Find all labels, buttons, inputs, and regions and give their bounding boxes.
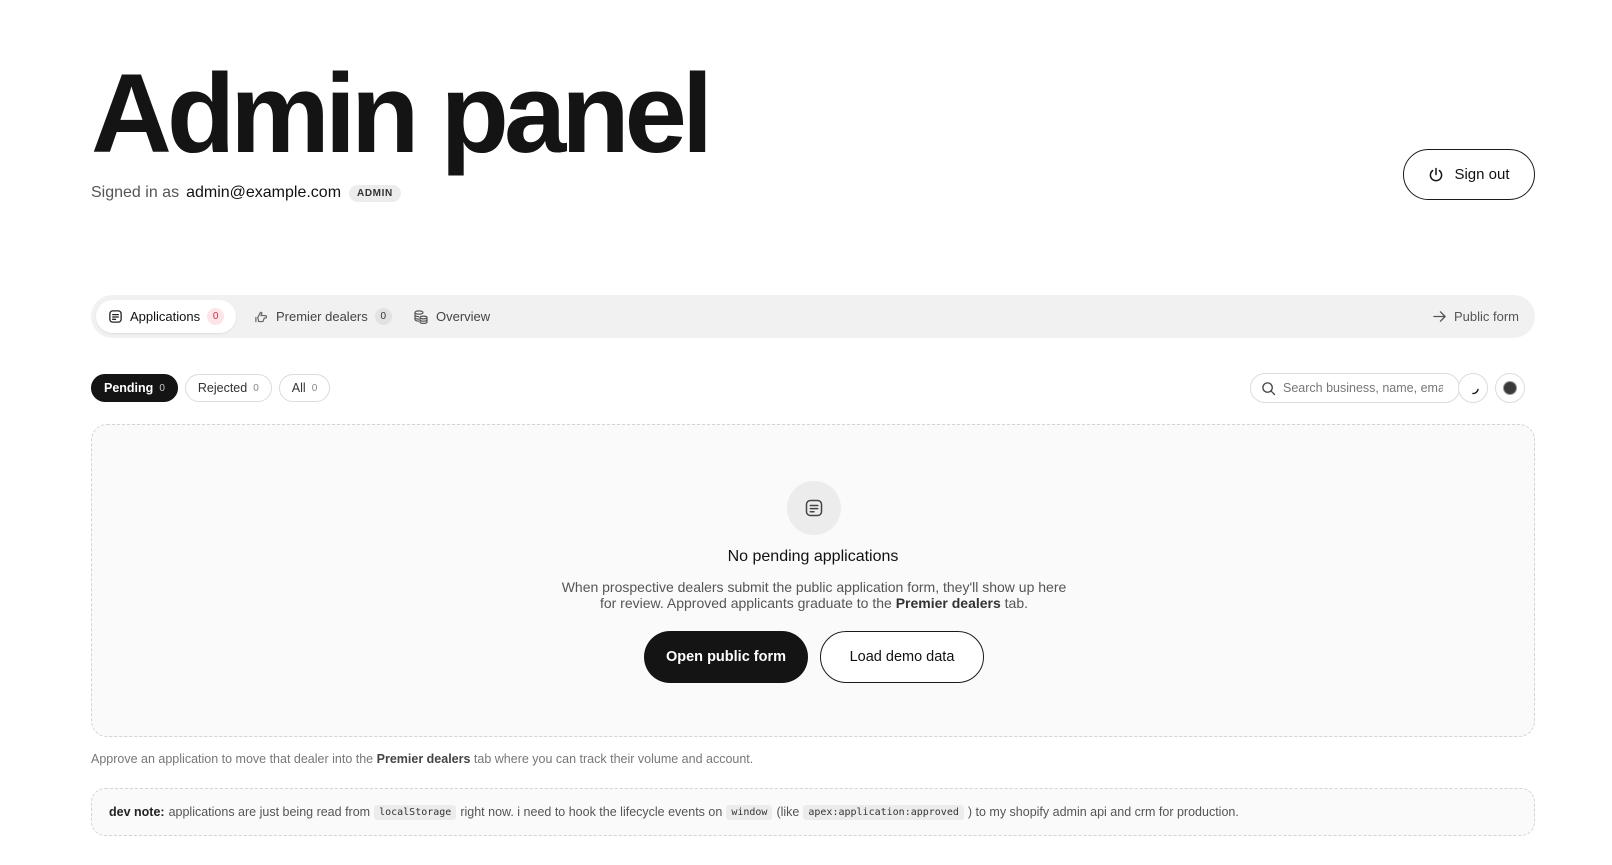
- search-box: [1250, 373, 1460, 403]
- sign-out-button[interactable]: Sign out: [1403, 149, 1535, 200]
- filter-pending-count: 0: [159, 382, 165, 394]
- refresh-button[interactable]: [1458, 373, 1488, 403]
- filter-rejected-count: 0: [253, 382, 259, 394]
- tab-overview[interactable]: Overview: [401, 300, 502, 333]
- role-badge: ADMIN: [349, 184, 401, 202]
- main-tab-bar: Applications 0 Premier dealers 0 Overvie…: [91, 295, 1535, 338]
- tab-premier-dealers[interactable]: Premier dealers 0: [242, 300, 404, 333]
- signed-in-label: Signed in as: [91, 184, 180, 201]
- tab-applications-label: Applications: [130, 309, 201, 324]
- tab-premier-dealers-label: Premier dealers: [276, 309, 368, 324]
- filter-all-label: All: [291, 381, 306, 395]
- empty-state: No pending applications When prospective…: [91, 424, 1535, 737]
- dev-note-code-2: window: [726, 804, 773, 820]
- dev-note-text-3: (like: [776, 805, 800, 819]
- empty-desc-end: tab.: [1004, 595, 1029, 611]
- filter-rejected[interactable]: Rejected 0: [184, 374, 272, 402]
- help-text-start: Approve an application to move that deal…: [91, 752, 374, 766]
- page-title: Admin panel: [91, 51, 713, 176]
- help-text: Approve an application to move that deal…: [91, 752, 753, 766]
- dev-note-text-1: applications are just being read from: [168, 805, 371, 819]
- hand-icon: [255, 311, 268, 323]
- loading-spinner-icon: [1472, 388, 1479, 395]
- empty-state-description: When prospective dealers submit the publ…: [552, 579, 1076, 611]
- theme-toggle-button[interactable]: [1495, 373, 1525, 403]
- empty-desc-bold: Premier dealers: [895, 595, 1001, 611]
- public-form-link[interactable]: Public form: [1432, 295, 1519, 338]
- help-text-bold: Premier dealers: [376, 752, 471, 766]
- dev-note: dev note: applications are just being re…: [91, 788, 1535, 836]
- sign-out-label: Sign out: [1454, 166, 1510, 183]
- filter-pending[interactable]: Pending 0: [91, 374, 178, 402]
- dev-note-code-3: apex:application:approved: [803, 804, 964, 820]
- empty-state-icon-circle: [787, 481, 841, 535]
- user-email: admin@example.com: [186, 184, 342, 201]
- page-header: Admin panel Signed in as admin@example.c…: [91, 51, 713, 202]
- tab-premier-dealers-count: 0: [374, 308, 392, 325]
- arrow-right-icon: [1433, 311, 1446, 322]
- tab-applications[interactable]: Applications 0: [96, 300, 237, 333]
- dev-note-code-1: localStorage: [374, 804, 457, 820]
- filter-pending-label: Pending: [104, 381, 154, 395]
- help-text-end: tab where you can track their volume and…: [473, 752, 754, 766]
- document-icon: [805, 499, 823, 517]
- signed-in-row: Signed in as admin@example.com ADMIN: [91, 184, 708, 202]
- document-icon: [109, 310, 122, 323]
- power-icon: [1430, 167, 1443, 181]
- load-demo-data-button[interactable]: Load demo data: [820, 631, 984, 683]
- public-form-label: Public form: [1453, 309, 1519, 324]
- dev-note-text-2: right now. i need to hook the lifecycle …: [460, 805, 723, 819]
- filter-rejected-label: Rejected: [197, 381, 248, 395]
- search-icon: [1262, 381, 1276, 395]
- filter-all-count: 0: [311, 382, 318, 394]
- theme-dot-icon: [1503, 381, 1517, 395]
- dev-note-text-4: ) to my shopify admin api and crm for pr…: [967, 805, 1239, 819]
- dev-note-label: dev note:: [109, 805, 165, 819]
- open-public-form-button[interactable]: Open public form: [644, 631, 808, 683]
- coins-icon: [414, 309, 428, 324]
- tab-applications-count: 0: [207, 308, 225, 325]
- status-filters: Pending 0 Rejected 0 All 0: [91, 374, 331, 402]
- tab-overview-label: Overview: [436, 309, 491, 324]
- filter-all[interactable]: All 0: [278, 374, 331, 402]
- empty-state-title: No pending applications: [727, 548, 899, 565]
- search-input[interactable]: [1283, 381, 1443, 395]
